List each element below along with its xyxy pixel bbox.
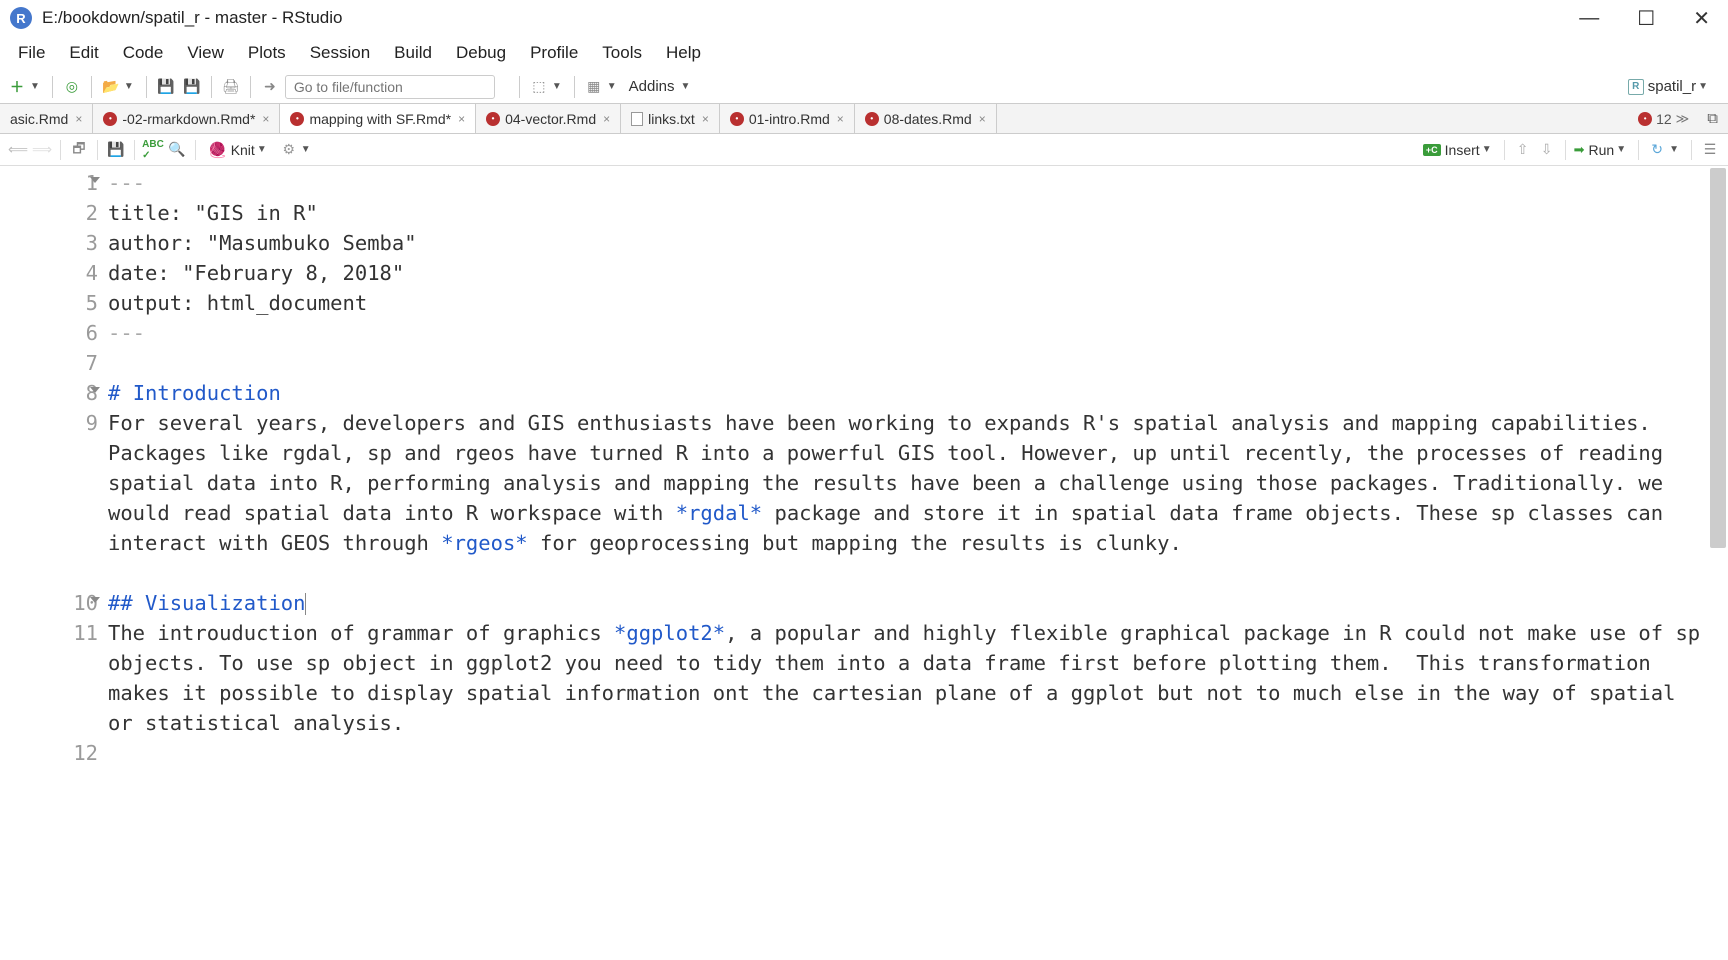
menu-help[interactable]: Help (656, 39, 711, 67)
maximize-pane-icon[interactable]: ⧉ (1697, 104, 1728, 133)
menu-file[interactable]: File (8, 39, 55, 67)
rmarkdown-icon: • (290, 112, 304, 126)
open-recent-dropdown[interactable]: ▼ (124, 81, 134, 92)
new-file-dropdown[interactable]: ▼ (30, 81, 40, 92)
new-project-icon[interactable]: ◎ (61, 76, 83, 98)
tab--02-rmarkdown-rmd-[interactable]: • -02-rmarkdown.Rmd* × (93, 104, 280, 133)
menu-view[interactable]: View (177, 39, 234, 67)
tab-08-dates-rmd[interactable]: • 08-dates.Rmd × (855, 104, 997, 133)
close-tab-icon[interactable]: × (837, 112, 844, 126)
back-icon[interactable]: ⟸ (8, 140, 28, 160)
menu-edit[interactable]: Edit (59, 39, 108, 67)
spellcheck-icon[interactable]: ABC✓ (143, 140, 163, 160)
vertical-scrollbar[interactable] (1710, 168, 1726, 548)
menu-plots[interactable]: Plots (238, 39, 296, 67)
close-tab-icon[interactable]: × (603, 112, 610, 126)
maximize-button[interactable]: ☐ (1637, 6, 1655, 31)
menubar: FileEditCodeViewPlotsSessionBuildDebugPr… (0, 36, 1728, 70)
menu-profile[interactable]: Profile (520, 39, 588, 67)
editor-toolbar: ⟸ ⟹ 🗗 💾 ABC✓ 🔍 🧶 Knit ▼ ⚙ ▼ +C Insert ▼ … (0, 134, 1728, 166)
textfile-icon (631, 112, 643, 126)
project-menu[interactable]: R spatil_r ▼ (1628, 78, 1722, 95)
open-file-icon[interactable]: 📂 (100, 76, 122, 98)
knit-button[interactable]: 🧶 Knit ▼ (204, 141, 275, 159)
tab-label: links.txt (648, 111, 695, 127)
tab-01-intro-rmd[interactable]: • 01-intro.Rmd × (720, 104, 855, 133)
prev-chunk-icon[interactable]: ⇧ (1513, 140, 1533, 160)
line-gutter: 123456789 1011 12 (0, 166, 108, 960)
main-toolbar: ＋ ▼ ◎ 📂 ▼ 💾 💾 🖨 ➜ ⬚ ▼ ▦ ▼ Addins ▼ R spa… (0, 70, 1728, 104)
workspace-panes-icon[interactable]: ⬚ (528, 76, 550, 98)
outline-icon[interactable]: ☰ (1700, 140, 1720, 160)
menu-code[interactable]: Code (113, 39, 174, 67)
goto-icon: ➜ (259, 76, 281, 98)
rmarkdown-icon: • (103, 112, 117, 126)
new-file-icon[interactable]: ＋ (6, 76, 28, 98)
grid-icon[interactable]: ▦ (583, 76, 605, 98)
run-icon: ➡ (1574, 142, 1585, 158)
forward-icon[interactable]: ⟹ (32, 140, 52, 160)
save-icon[interactable]: 💾 (155, 76, 177, 98)
titlebar: R E:/bookdown/spatil_r - master - RStudi… (0, 0, 1728, 36)
menu-build[interactable]: Build (384, 39, 442, 67)
show-in-new-window-icon[interactable]: 🗗 (69, 140, 89, 160)
insert-chunk-icon: +C (1423, 144, 1441, 156)
menu-session[interactable]: Session (300, 39, 380, 67)
knit-icon: 🧶 (208, 141, 227, 159)
menu-debug[interactable]: Debug (446, 39, 516, 67)
tab-mapping-with-sf-rmd-[interactable]: • mapping with SF.Rmd* × (280, 104, 476, 133)
run-menu[interactable]: Run (1589, 142, 1615, 158)
find-icon[interactable]: 🔍 (167, 140, 187, 160)
close-tab-icon[interactable]: × (458, 112, 465, 126)
next-chunk-icon[interactable]: ⇩ (1537, 140, 1557, 160)
publish-icon[interactable]: ↻ (1647, 140, 1667, 160)
tab-asic-rmd[interactable]: asic.Rmd × (0, 104, 93, 133)
close-tab-icon[interactable]: × (702, 112, 709, 126)
save-all-icon[interactable]: 💾 (181, 76, 203, 98)
print-icon[interactable]: 🖨 (220, 76, 242, 98)
close-button[interactable]: ✕ (1693, 6, 1710, 31)
goto-file-input[interactable] (285, 75, 495, 99)
save-doc-icon[interactable]: 💾 (106, 140, 126, 160)
close-tab-icon[interactable]: × (262, 112, 269, 126)
addins-menu[interactable]: Addins (625, 78, 679, 95)
tab-label: asic.Rmd (10, 111, 68, 127)
document-tabs: asic.Rmd × • -02-rmarkdown.Rmd* × • mapping wi… (0, 104, 1728, 134)
tab-label: -02-rmarkdown.Rmd* (122, 111, 255, 127)
rmarkdown-icon: • (730, 112, 744, 126)
rmarkdown-icon: • (865, 112, 879, 126)
tab-label: 04-vector.Rmd (505, 111, 596, 127)
tab-04-vector-rmd[interactable]: • 04-vector.Rmd × (476, 104, 621, 133)
rstudio-logo-icon: R (10, 7, 32, 29)
close-tab-icon[interactable]: × (979, 112, 986, 126)
window-controls: — ☐ ✕ (1579, 6, 1718, 31)
code-content[interactable]: ---title: "GIS in R"author: "Masumbuko S… (108, 166, 1728, 960)
code-editor[interactable]: 123456789 1011 12 ---title: "GIS in R"au… (0, 166, 1728, 960)
tab-label: mapping with SF.Rmd* (309, 111, 451, 127)
minimize-button[interactable]: — (1579, 7, 1599, 30)
tab-overflow[interactable]: • 12 ≫ (1630, 104, 1697, 133)
rmarkdown-icon: • (486, 112, 500, 126)
close-tab-icon[interactable]: × (75, 112, 82, 126)
insert-menu[interactable]: Insert (1445, 142, 1480, 158)
tab-label: 08-dates.Rmd (884, 111, 972, 127)
project-icon: R (1628, 79, 1644, 95)
window-title: E:/bookdown/spatil_r - master - RStudio (42, 8, 342, 28)
tab-links-txt[interactable]: links.txt × (621, 104, 720, 133)
menu-tools[interactable]: Tools (592, 39, 652, 67)
tab-label: 01-intro.Rmd (749, 111, 830, 127)
gear-icon[interactable]: ⚙ (279, 140, 299, 160)
